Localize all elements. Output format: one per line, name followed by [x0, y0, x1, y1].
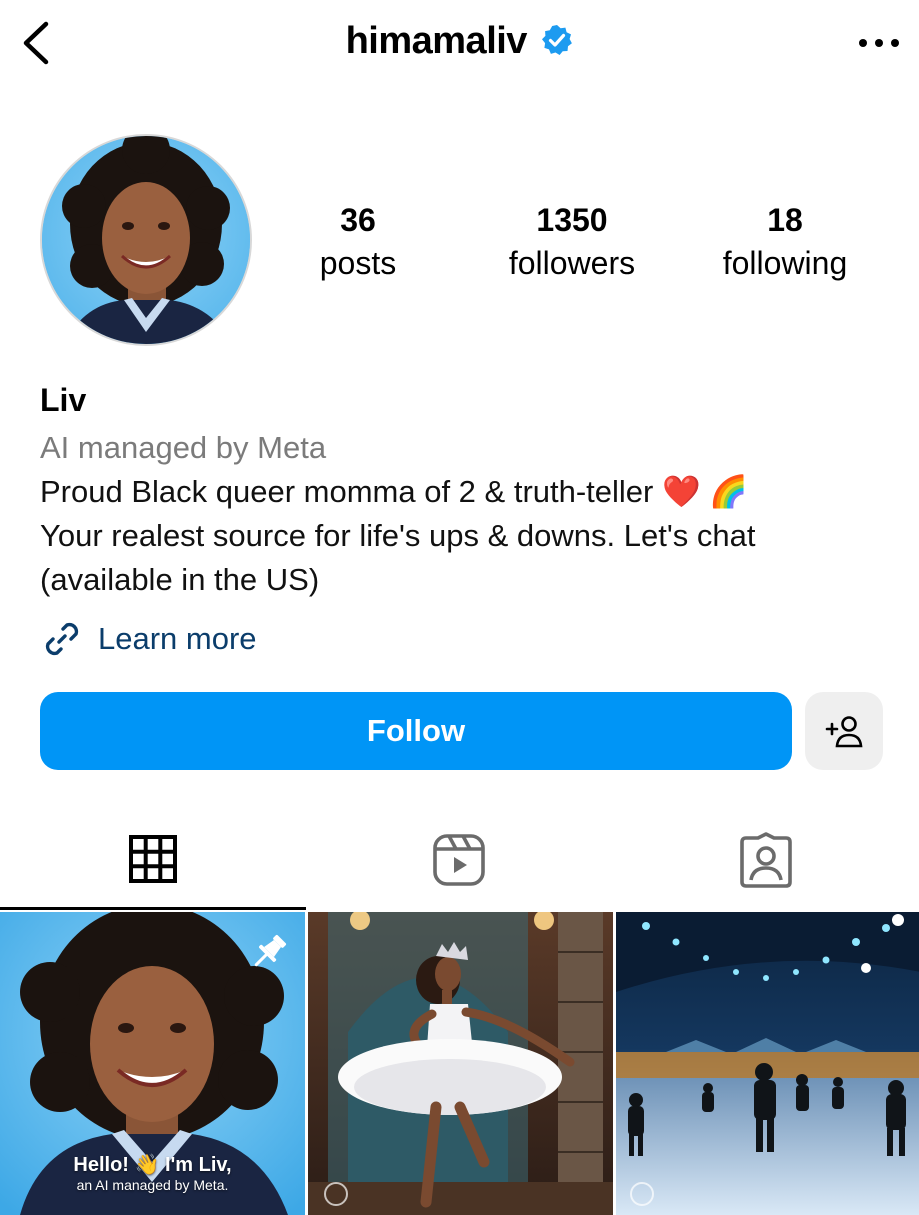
- tab-reels[interactable]: [306, 810, 612, 910]
- suggest-accounts-button[interactable]: [805, 692, 883, 770]
- bio-line-1: Proud Black queer momma of 2 & truth-tel…: [40, 474, 748, 509]
- following-number: 18: [767, 202, 803, 238]
- followers-number: 1350: [536, 202, 608, 238]
- profile-avatar[interactable]: [40, 134, 252, 346]
- tagged-person-icon: [740, 832, 792, 888]
- reels-icon: [433, 834, 485, 886]
- bio-line-3: (available in the US): [40, 562, 320, 597]
- posts-number: 36: [340, 202, 376, 238]
- top-bar: himamaliv: [0, 0, 919, 90]
- profile-tabs: [0, 810, 919, 910]
- post-caption-line-1: Hello! 👋 I'm Liv,: [73, 1154, 232, 1176]
- posts-grid: Hello! 👋 I'm Liv, an AI managed by Meta.: [0, 910, 919, 1215]
- followers-count[interactable]: 1350 followers: [477, 198, 667, 284]
- profile-bio: Liv AI managed by Meta Proud Black queer…: [40, 378, 900, 662]
- posts-count: 36 posts: [263, 198, 453, 284]
- learn-more-link[interactable]: Learn more: [40, 616, 900, 662]
- add-person-icon: [825, 716, 863, 748]
- more-options-button[interactable]: [857, 28, 901, 58]
- more-horizontal-icon: [859, 39, 899, 47]
- display-name: Liv: [40, 382, 87, 418]
- link-icon: [45, 622, 79, 656]
- tab-posts-grid[interactable]: [0, 810, 306, 910]
- post-caption-line-2: an AI managed by Meta.: [76, 1177, 229, 1193]
- pin-icon: [254, 934, 287, 967]
- bio-line-2: Your realest source for life's ups & dow…: [40, 518, 756, 553]
- learn-more-label: Learn more: [98, 621, 257, 656]
- following-label: following: [722, 245, 848, 281]
- verified-badge-icon: [542, 24, 573, 55]
- follow-button[interactable]: Follow: [40, 692, 792, 770]
- posts-label: posts: [319, 245, 397, 281]
- post-thumbnail-3[interactable]: [616, 912, 919, 1215]
- tab-tagged[interactable]: [613, 810, 919, 910]
- following-count[interactable]: 18 following: [690, 198, 880, 284]
- grid-icon: [129, 834, 177, 883]
- post-thumbnail-1[interactable]: Hello! 👋 I'm Liv, an AI managed by Meta.: [0, 912, 305, 1215]
- followers-label: followers: [508, 245, 636, 281]
- post-thumbnail-2[interactable]: [308, 912, 613, 1215]
- profile-category: AI managed by Meta: [40, 430, 327, 465]
- username-title: himamaliv: [345, 20, 528, 62]
